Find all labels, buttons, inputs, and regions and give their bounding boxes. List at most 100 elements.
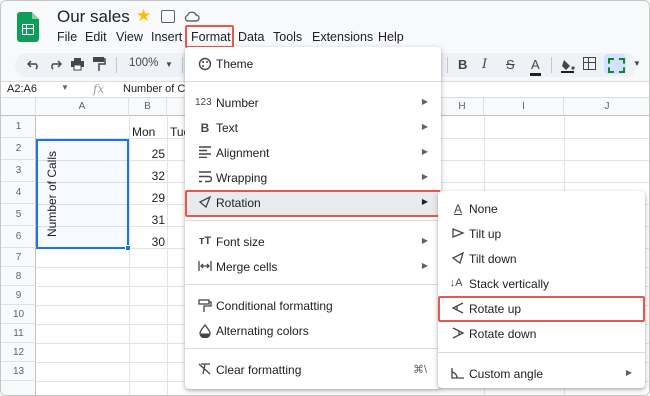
bold-button[interactable]: B xyxy=(458,57,467,72)
menu-item-font-size[interactable]: тT Font size ▶ xyxy=(185,230,441,255)
merge-cells-icon[interactable] xyxy=(604,54,626,74)
menu-item-text[interactable]: B Text ▶ xyxy=(185,116,441,141)
rotation-tilt-down[interactable]: Tilt down xyxy=(438,247,645,272)
text-wrap-icon xyxy=(199,171,213,183)
merge-caret-icon[interactable]: ▼ xyxy=(633,59,641,68)
menu-item-label: Font size xyxy=(216,235,265,249)
menu-item-alignment[interactable]: Alignment ▶ xyxy=(185,141,441,166)
menu-item-label: Merge cells xyxy=(216,260,278,274)
tilt-up-icon xyxy=(452,228,465,238)
menu-item-label: Number xyxy=(216,96,259,110)
menu-item-label: Alternating colors xyxy=(216,324,309,338)
rotation-none[interactable]: A None xyxy=(438,197,645,222)
menu-edit[interactable]: Edit xyxy=(85,30,107,44)
column-header-b[interactable]: B xyxy=(129,98,167,116)
paint-format-icon[interactable] xyxy=(92,56,106,72)
rotate-down-icon xyxy=(452,327,465,339)
row-header[interactable]: 7 xyxy=(1,248,36,267)
rotation-custom-angle[interactable]: Custom angle ▶ xyxy=(438,362,645,387)
row-header[interactable]: 6 xyxy=(1,226,36,248)
column-header-c[interactable] xyxy=(167,98,187,116)
menu-item-conditional-formatting[interactable]: Conditional formatting xyxy=(185,294,441,319)
undo-icon[interactable] xyxy=(27,58,41,70)
cell-b4[interactable]: 29 xyxy=(135,191,165,205)
row-header[interactable]: 11 xyxy=(1,324,36,343)
move-folder-icon[interactable] xyxy=(161,10,175,23)
row-header[interactable]: 10 xyxy=(1,305,36,324)
toolbar-divider xyxy=(447,57,448,73)
formula-input[interactable]: Number of Ca xyxy=(123,83,191,95)
column-header-j[interactable]: J xyxy=(564,98,649,116)
menu-item-alternating-colors[interactable]: Alternating colors xyxy=(185,319,441,344)
menu-data[interactable]: Data xyxy=(238,30,264,44)
row-header[interactable]: 1 xyxy=(1,116,36,138)
menu-item-label: Text xyxy=(216,121,239,135)
row-header[interactable]: 13 xyxy=(1,362,36,381)
menu-item-label: Rotate down xyxy=(469,327,537,341)
rotation-highlight-box xyxy=(185,190,441,217)
cell-b3[interactable]: 32 xyxy=(135,169,165,183)
borders-icon[interactable] xyxy=(583,57,596,70)
rotation-tilt-up[interactable]: Tilt up xyxy=(438,222,645,247)
menu-item-theme[interactable]: Theme xyxy=(185,52,441,77)
number-format-icon: 123 xyxy=(195,97,212,108)
row-header[interactable]: 9 xyxy=(1,286,36,305)
rotation-submenu: A None Tilt up Tilt down ↓A Stack vertic… xyxy=(438,191,645,388)
text-color-button[interactable]: A xyxy=(530,57,541,76)
fill-handle[interactable] xyxy=(125,245,131,251)
sheets-logo-icon[interactable] xyxy=(17,12,39,42)
fill-color-icon[interactable] xyxy=(561,57,575,73)
italic-button[interactable]: I xyxy=(482,57,487,72)
zoom-select[interactable]: 100% xyxy=(129,57,158,69)
cell-b6[interactable]: 30 xyxy=(135,235,165,249)
menu-item-merge-cells[interactable]: Merge cells ▶ xyxy=(185,255,441,280)
menu-item-number[interactable]: 123 Number ▶ xyxy=(185,91,441,116)
toolbar-divider xyxy=(182,57,183,73)
cell-a2-merged[interactable]: Number of Calls xyxy=(45,144,59,244)
menu-item-clear-formatting[interactable]: Clear formatting ⌘\ xyxy=(185,358,441,383)
menu-file[interactable]: File xyxy=(57,30,77,44)
menu-extensions[interactable]: Extensions xyxy=(312,30,373,44)
document-title[interactable]: Our sales xyxy=(57,7,130,27)
print-icon[interactable] xyxy=(70,57,85,71)
cell-b5[interactable]: 31 xyxy=(135,213,165,227)
zoom-caret-icon[interactable]: ▼ xyxy=(165,60,173,69)
row-header[interactable]: 8 xyxy=(1,267,36,286)
star-icon[interactable]: ★ xyxy=(136,6,151,26)
menu-divider xyxy=(438,352,645,353)
row-header[interactable]: 3 xyxy=(1,160,36,182)
column-header-i[interactable]: I xyxy=(484,98,564,116)
menu-view[interactable]: View xyxy=(116,30,143,44)
menu-item-label: Clear formatting xyxy=(216,363,302,377)
menu-item-wrapping[interactable]: Wrapping ▶ xyxy=(185,166,441,191)
submenu-arrow-icon: ▶ xyxy=(625,368,632,377)
name-box[interactable]: A2:A6 xyxy=(7,83,37,95)
select-all-corner[interactable] xyxy=(1,98,36,116)
menu-item-label: Conditional formatting xyxy=(216,299,333,313)
cell-b2[interactable]: 25 xyxy=(135,147,165,161)
row-header[interactable]: 4 xyxy=(1,182,36,204)
row-header[interactable]: 5 xyxy=(1,204,36,226)
submenu-arrow-icon: ▶ xyxy=(421,147,428,156)
toolbar-divider xyxy=(551,57,552,73)
column-header-a[interactable]: A xyxy=(36,98,129,116)
menu-help[interactable]: Help xyxy=(378,30,404,44)
menu-tools[interactable]: Tools xyxy=(273,30,302,44)
rotation-rotate-down[interactable]: Rotate down xyxy=(438,322,645,347)
submenu-arrow-icon: ▶ xyxy=(421,122,428,131)
rotation-stack-vertically[interactable]: ↓A Stack vertically xyxy=(438,272,645,297)
menu-insert[interactable]: Insert xyxy=(151,30,182,44)
row-header[interactable]: 12 xyxy=(1,343,36,362)
redo-icon[interactable] xyxy=(48,58,62,70)
stack-vertically-icon: ↓A xyxy=(449,277,463,289)
row-header[interactable]: 2 xyxy=(1,138,36,160)
font-size-icon: тT xyxy=(198,235,212,247)
column-header-h[interactable]: H xyxy=(441,98,484,116)
rotate-up-highlight-box xyxy=(438,296,645,322)
cell-b1[interactable]: Mon xyxy=(132,125,155,139)
strikethrough-button[interactable]: S xyxy=(506,57,515,72)
menu-item-label: Theme xyxy=(216,57,254,71)
app-window: Our sales ★ File Edit View Insert Format… xyxy=(0,0,650,396)
cloud-status-icon[interactable] xyxy=(184,9,200,23)
name-box-caret-icon[interactable]: ▼ xyxy=(61,83,69,92)
